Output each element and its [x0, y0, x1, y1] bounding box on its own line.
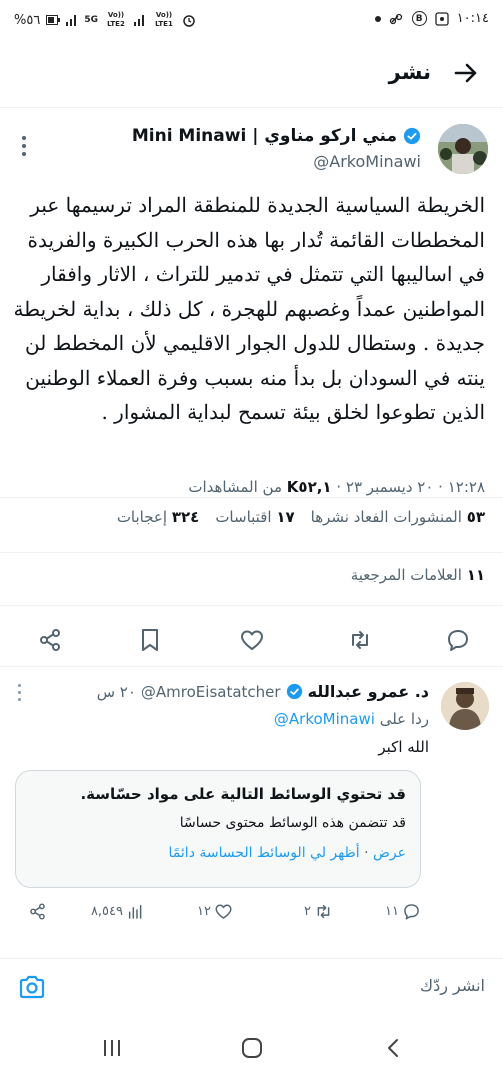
sensitive-title: قد تحتوي الوسائط التالية على مواد حسّاسة… [80, 785, 406, 803]
battery-icon [46, 15, 61, 25]
replying-to: ردا على @ArkoMinawi [273, 710, 429, 728]
always-show-link[interactable]: أظهر لي الوسائط الحساسة دائمًا [169, 845, 360, 861]
reply-composer[interactable]: انشر ردّك [0, 958, 503, 1016]
like-icon[interactable] [239, 627, 265, 653]
reply-input[interactable]: انشر ردّك [420, 976, 485, 995]
reply-icon [404, 904, 419, 920]
tweet-text-line: ينته في السودان بل بدأ منه بسبب وفرة الع… [25, 365, 485, 390]
reply-time: ٢٠ س [96, 682, 136, 701]
reply-author-handle[interactable]: @AmroEisatatcher [141, 683, 281, 701]
divider [0, 605, 503, 606]
battery-level: %٥٦ [14, 12, 41, 28]
avatar-image [438, 124, 488, 174]
status-right: B ١٠:١٤ [374, 11, 489, 26]
views-icon [128, 904, 142, 919]
tweet-text: الخريطة السياسية الجديدة للمنطقة المراد … [13, 188, 485, 430]
screenshot-icon [435, 11, 449, 26]
reply-views[interactable]: ٨,٥٤٩ [91, 902, 145, 921]
mention-link[interactable]: @ArkoMinawi [274, 710, 375, 728]
avatar[interactable] [438, 124, 488, 174]
time-date[interactable]: ١٢:٢٨ · ٢٠ ديسمبر ٢٣ · [332, 478, 485, 496]
bookmarks-stat[interactable]: ١١ العلامات المرجعية [351, 566, 485, 584]
tweet-text-line: الخريطة السياسية الجديدة للمنطقة المراد … [30, 193, 485, 217]
views-count: K٥٢,١ [286, 478, 332, 496]
alarm-icon [183, 15, 195, 27]
divider [0, 552, 503, 553]
quotes-stat[interactable]: ١٧ اقتباسات [215, 508, 294, 526]
bookmark-icon[interactable] [137, 627, 163, 653]
reply-actions: ١١ ٢ ١٢ ٨,٥٤٩ [0, 900, 503, 926]
avatar[interactable] [441, 682, 489, 730]
signal-icon-2 [133, 14, 146, 26]
more-options-icon[interactable] [22, 136, 28, 160]
tweet-author: مني اركو مناوي | Mini Minawi @ArkoMinawi [0, 118, 503, 180]
tweet-text-line: الذين تطوعوا لخلق بيئة تسمح لبداية المشو… [101, 400, 485, 424]
clock-time: ١٠:١٤ [456, 11, 489, 26]
sim2-label: Vo)) LTE1 [155, 11, 173, 28]
reposts-stat[interactable]: ٥٣ المنشورات الفعاد نشرها [311, 508, 485, 526]
sensitive-media-warning: قد تحتوي الوسائط التالية على مواد حسّاسة… [15, 770, 421, 888]
system-nav-bar [0, 1016, 503, 1080]
page-title: نشر [388, 60, 431, 84]
repost-icon [317, 904, 330, 919]
tweet-actions [0, 620, 503, 660]
back-arrow-icon[interactable] [451, 58, 481, 88]
sensitive-description: قد تتضمن هذه الوسائط محتوى حساسًا [179, 815, 406, 831]
b-circle-icon: B [411, 11, 427, 26]
more-options-icon[interactable] [18, 684, 24, 705]
tweet-text-line: المخططات القائمة تُدار بها هذه الحرب الك… [27, 227, 485, 252]
views-label: من المشاهدات [188, 478, 287, 496]
home-icon[interactable] [240, 1036, 264, 1060]
camera-icon[interactable] [18, 973, 46, 1001]
likes-stat[interactable]: ٣٢٤ إعجابات [117, 508, 200, 526]
like-icon [215, 904, 232, 919]
verified-badge-icon [286, 683, 302, 700]
reply-share[interactable] [28, 902, 47, 921]
notification-dot-icon [374, 15, 381, 22]
tweet-stats: ٥٣ المنشورات الفعاد نشرها ١٧ اقتباسات ٣٢… [117, 508, 485, 526]
author-handle[interactable]: @ArkoMinawi [313, 152, 421, 171]
reply-author-name[interactable]: د. عمرو عبدالله [308, 682, 429, 701]
author-name-row: مني اركو مناوي | Mini Minawi [132, 126, 421, 146]
divider [0, 666, 503, 667]
avatar-image [441, 682, 489, 730]
repost-icon[interactable] [347, 627, 373, 653]
recent-apps-icon[interactable] [100, 1036, 124, 1060]
sim1-label: Vo)) LTE2 [107, 11, 125, 28]
link-icon [389, 13, 402, 24]
reply-text: الله اكبر [378, 738, 429, 756]
status-bar: %٥٦ 5G Vo)) LTE2 Vo)) LTE1 B ١٠:١٤ [0, 0, 503, 40]
reply-author-row: د. عمرو عبدالله @AmroEisatatcher ٢٠ س [97, 682, 429, 701]
author-name[interactable]: مني اركو مناوي | Mini Minawi [132, 126, 397, 146]
top-bar: نشر [0, 40, 503, 108]
share-icon [30, 903, 45, 920]
divider [0, 497, 503, 498]
status-left: %٥٦ 5G Vo)) LTE2 Vo)) LTE1 [14, 11, 196, 29]
sensitive-links: عرض · أظهر لي الوسائط الحساسة دائمًا [30, 845, 406, 861]
reply-reposts[interactable]: ٢ [304, 902, 333, 921]
separator-dot: · [364, 845, 369, 861]
show-media-link[interactable]: عرض [373, 845, 406, 861]
tweet-text-line: المواطنين عمداً وغصبهم للهجرة ، كل ذلك ،… [13, 296, 485, 321]
verified-badge-icon [403, 127, 421, 145]
reply-replies[interactable]: ١١ [385, 902, 421, 921]
back-icon[interactable] [382, 1036, 406, 1060]
reply-icon[interactable] [445, 627, 471, 653]
tweet-text-line: جديدة . وستطال للدول الجوار الاقليمي لأن… [25, 331, 485, 355]
tweet-timestamp: ١٢:٢٨ · ٢٠ ديسمبر ٢٣ · K٥٢,١ من المشاهدا… [188, 478, 485, 496]
share-icon[interactable] [37, 627, 63, 653]
tweet-text-line: في اساليبها التي تتمثل في تدمير للتراث ،… [41, 262, 485, 286]
reply-likes[interactable]: ١٢ [197, 902, 233, 921]
signal-icon [66, 14, 78, 26]
network-type: 5G [84, 14, 98, 25]
